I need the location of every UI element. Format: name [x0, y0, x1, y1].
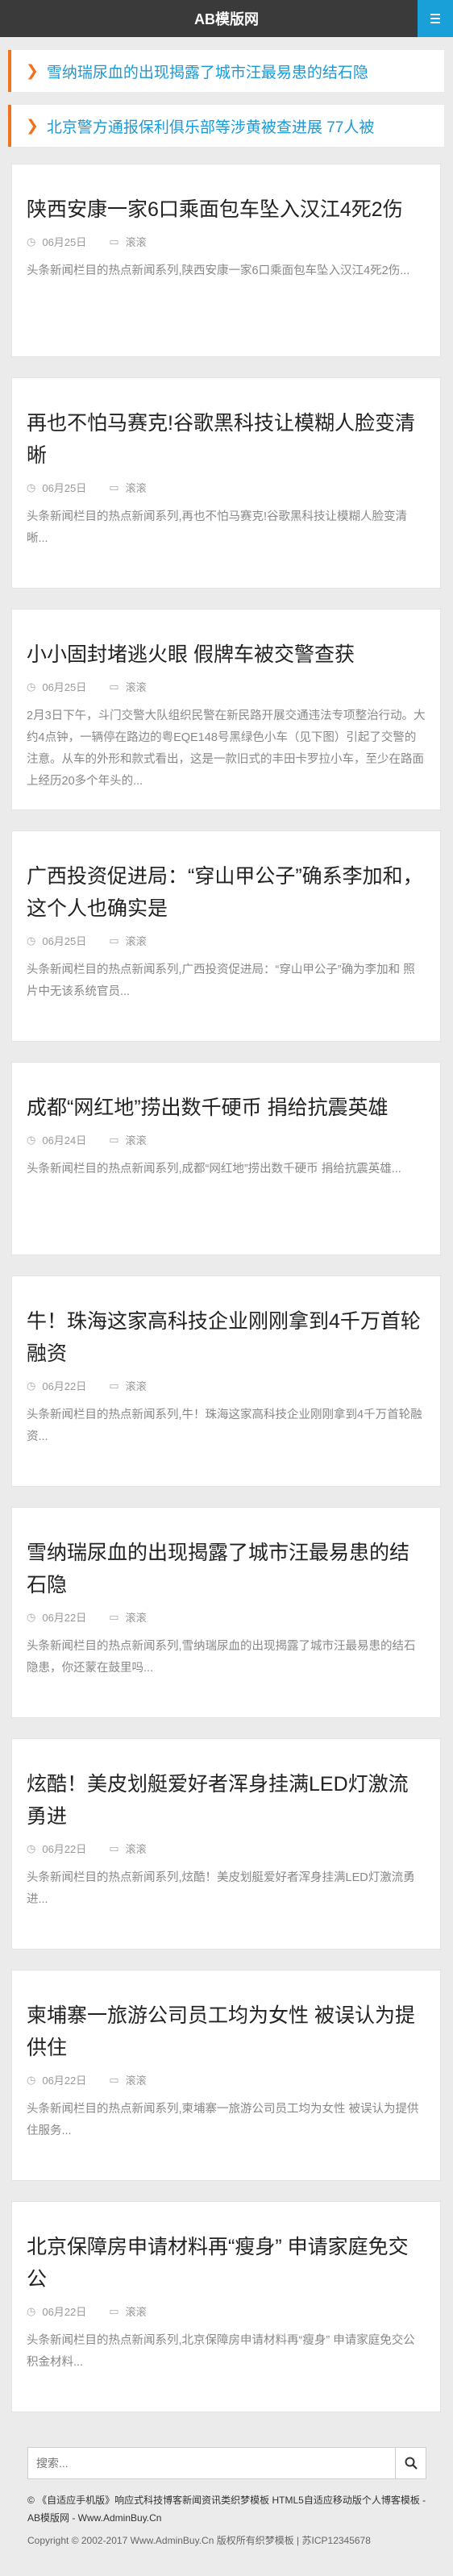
folder-icon: ▭ — [109, 235, 119, 248]
folder-icon: ▭ — [109, 1133, 119, 1146]
article-title[interactable]: 雪纳瑞尿血的出现揭露了城市汪最易患的结石隐 — [27, 1537, 426, 1601]
article-meta: ◷ 06月22日 ▭ 滚滚 — [27, 1378, 426, 1393]
article-category[interactable]: 滚滚 — [126, 2303, 147, 2319]
article-card[interactable]: 再也不怕马赛克!谷歌黑科技让模糊人脸变清晰 ◷ 06月25日 ▭ 滚滚 头条新闻… — [11, 377, 441, 589]
folder-icon: ▭ — [109, 2073, 119, 2086]
menu-icon-line — [430, 14, 440, 15]
article-date: 06月22日 — [42, 1380, 87, 1392]
article-title[interactable]: 牛！珠海这家高科技企业刚刚拿到4千万首轮融资 — [27, 1305, 426, 1370]
article-date: 06月25日 — [42, 236, 87, 248]
folder-icon: ▭ — [109, 481, 119, 493]
article-excerpt: 头条新闻栏目的热点新闻系列,柬埔寨一旅游公司员工均为女性 被误认为提供住服务..… — [27, 2103, 419, 2137]
article-excerpt: 2月3日下午，斗门交警大队组织民警在新民路开展交通违法专项整治行动。大约4点钟，… — [27, 710, 426, 788]
article-title[interactable]: 再也不怕马赛克!谷歌黑科技让模糊人脸变清晰 — [27, 407, 426, 472]
clock-icon: ◷ — [27, 934, 36, 947]
search-box — [27, 2447, 426, 2479]
clock-icon: ◷ — [27, 1379, 36, 1392]
article-meta: ◷ 06月25日 ▭ 滚滚 — [27, 679, 426, 694]
article-meta: ◷ 06月25日 ▭ 滚滚 — [27, 480, 426, 495]
notice-item[interactable]: ❯ 雪纳瑞尿血的出现揭露了城市汪最易患的结石隐 — [8, 50, 444, 92]
menu-icon-line — [430, 18, 440, 19]
notice-text[interactable]: 雪纳瑞尿血的出现揭露了城市汪最易患的结石隐 — [47, 60, 368, 82]
article-card[interactable]: 陕西安康一家6口乘面包车坠入汉江4死2伤 ◷ 06月25日 ▭ 滚滚 头条新闻栏… — [11, 164, 441, 357]
menu-icon-line — [430, 22, 440, 23]
article-card[interactable]: 牛！珠海这家高科技企业刚刚拿到4千万首轮融资 ◷ 06月22日 ▭ 滚滚 头条新… — [11, 1276, 441, 1487]
folder-icon: ▭ — [109, 934, 119, 947]
article-category[interactable]: 滚滚 — [126, 1841, 147, 1856]
article-meta: ◷ 06月22日 ▭ 滚滚 — [27, 1841, 426, 1856]
search-icon — [405, 2457, 418, 2470]
article-date: 06月22日 — [42, 1612, 87, 1624]
folder-icon: ▭ — [109, 1379, 119, 1392]
article-date: 06月25日 — [42, 482, 87, 494]
article-category[interactable]: 滚滚 — [126, 1609, 147, 1625]
article-date: 06月25日 — [42, 935, 87, 947]
folder-icon: ▭ — [109, 2304, 119, 2317]
site-title[interactable]: AB模版网 — [194, 8, 259, 29]
article-excerpt: 头条新闻栏目的热点新闻系列,牛！珠海这家高科技企业刚刚拿到4千万首轮融资... — [27, 1409, 422, 1443]
article-card[interactable]: 小小固封堵逃火眼 假牌车被交警查获 ◷ 06月25日 ▭ 滚滚 2月3日下午，斗… — [11, 609, 441, 810]
article-card[interactable]: 广西投资促进局：“穿山甲公子”确系李加和，这个人也确实是 ◷ 06月25日 ▭ … — [11, 830, 441, 1042]
article-meta: ◷ 06月24日 ▭ 滚滚 — [27, 1132, 426, 1147]
clock-icon: ◷ — [27, 1133, 36, 1146]
clock-icon: ◷ — [27, 680, 36, 693]
search-button[interactable] — [395, 2448, 426, 2478]
article-title[interactable]: 柬埔寨一旅游公司员工均为女性 被误认为提供住 — [27, 2000, 426, 2064]
clock-icon: ◷ — [27, 235, 36, 248]
chevron-right-icon: ❯ — [26, 117, 39, 135]
clock-icon: ◷ — [27, 2073, 36, 2086]
chevron-right-icon: ❯ — [26, 62, 39, 80]
top-bar: AB模版网 — [0, 0, 453, 37]
clock-icon: ◷ — [27, 1841, 36, 1854]
folder-icon: ▭ — [109, 1610, 119, 1623]
article-category[interactable]: 滚滚 — [126, 1378, 147, 1393]
article-title[interactable]: 炫酷！美皮划艇爱好者浑身挂满LED灯激流勇进 — [27, 1768, 426, 1833]
clock-icon: ◷ — [27, 2304, 36, 2317]
menu-button[interactable] — [418, 0, 453, 37]
article-excerpt: 头条新闻栏目的热点新闻系列,广西投资促进局：“穿山甲公子”确为李加和 照片中无该… — [27, 963, 415, 998]
article-date: 06月24日 — [42, 1134, 87, 1147]
article-meta: ◷ 06月25日 ▭ 滚滚 — [27, 933, 426, 948]
article-title[interactable]: 成都“网红地”捞出数千硬币 捐给抗震英雄 — [27, 1092, 426, 1124]
article-title[interactable]: 小小固封堵逃火眼 假牌车被交警查获 — [27, 639, 426, 671]
folder-icon: ▭ — [109, 1841, 119, 1854]
article-date: 06月22日 — [42, 2306, 87, 2318]
article-category[interactable]: 滚滚 — [126, 480, 147, 495]
article-meta: ◷ 06月25日 ▭ 滚滚 — [27, 234, 426, 249]
search-input[interactable] — [28, 2448, 395, 2478]
folder-icon: ▭ — [109, 680, 119, 693]
article-category[interactable]: 滚滚 — [126, 234, 147, 249]
article-excerpt: 头条新闻栏目的热点新闻系列,陕西安康一家6口乘面包车坠入汉江4死2伤... — [27, 264, 410, 277]
article-date: 06月25日 — [42, 681, 87, 693]
article-excerpt: 头条新闻栏目的热点新闻系列,炫酷！美皮划艇爱好者浑身挂满LED灯激流勇进... — [27, 1871, 415, 1906]
clock-icon: ◷ — [27, 481, 36, 493]
article-category[interactable]: 滚滚 — [126, 933, 147, 948]
footer-copyright: Copyright © 2002-2017 Www.AdminBuy.Cn 版权… — [27, 2535, 371, 2546]
article-excerpt: 头条新闻栏目的热点新闻系列,再也不怕马赛克!谷歌黑科技让模糊人脸变清晰... — [27, 510, 408, 545]
article-card[interactable]: 雪纳瑞尿血的出现揭露了城市汪最易患的结石隐 ◷ 06月22日 ▭ 滚滚 头条新闻… — [11, 1507, 441, 1718]
notice-text[interactable]: 北京警方通报保利俱乐部等涉黄被查进展 77人被 — [47, 115, 374, 137]
clock-icon: ◷ — [27, 1610, 36, 1623]
article-title[interactable]: 广西投资促进局：“穿山甲公子”确系李加和，这个人也确实是 — [27, 860, 426, 925]
article-meta: ◷ 06月22日 ▭ 滚滚 — [27, 2303, 426, 2319]
article-title[interactable]: 陕西安康一家6口乘面包车坠入汉江4死2伤 — [27, 194, 426, 226]
article-date: 06月22日 — [42, 2075, 87, 2087]
footer-links[interactable]: © 《自适应手机版》响应式科技博客新闻资讯类织梦模板 HTML5自适应移动版个人… — [27, 2491, 430, 2527]
article-excerpt: 头条新闻栏目的热点新闻系列,北京保障房申请材料再“瘦身” 申请家庭免交公积金材料… — [27, 2334, 415, 2369]
article-excerpt: 头条新闻栏目的热点新闻系列,成都“网红地”捞出数千硬币 捐给抗震英雄... — [27, 1163, 401, 1176]
article-card[interactable]: 北京保障房申请材料再“瘦身” 申请家庭免交公 ◷ 06月22日 ▭ 滚滚 头条新… — [11, 2201, 441, 2412]
article-category[interactable]: 滚滚 — [126, 2072, 147, 2087]
article-card[interactable]: 成都“网红地”捞出数千硬币 捐给抗震英雄 ◷ 06月24日 ▭ 滚滚 头条新闻栏… — [11, 1062, 441, 1255]
article-card[interactable]: 柬埔寨一旅游公司员工均为女性 被误认为提供住 ◷ 06月22日 ▭ 滚滚 头条新… — [11, 1970, 441, 2181]
notice-item[interactable]: ❯ 北京警方通报保利俱乐部等涉黄被查进展 77人被 — [8, 105, 444, 147]
article-category[interactable]: 滚滚 — [126, 679, 147, 694]
article-card[interactable]: 炫酷！美皮划艇爱好者浑身挂满LED灯激流勇进 ◷ 06月22日 ▭ 滚滚 头条新… — [11, 1738, 441, 1950]
article-date: 06月22日 — [42, 1843, 87, 1855]
article-title[interactable]: 北京保障房申请材料再“瘦身” 申请家庭免交公 — [27, 2231, 426, 2295]
article-meta: ◷ 06月22日 ▭ 滚滚 — [27, 1609, 426, 1625]
article-meta: ◷ 06月22日 ▭ 滚滚 — [27, 2072, 426, 2087]
article-category[interactable]: 滚滚 — [126, 1132, 147, 1147]
article-excerpt: 头条新闻栏目的热点新闻系列,雪纳瑞尿血的出现揭露了城市汪最易患的结石隐患，你还蒙… — [27, 1640, 416, 1675]
